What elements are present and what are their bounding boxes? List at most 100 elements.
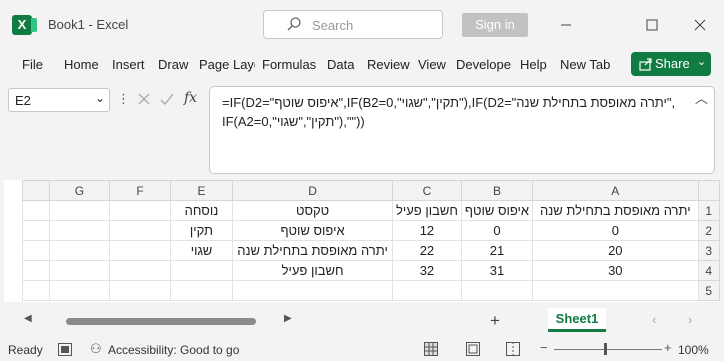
cell-g5[interactable] xyxy=(48,280,111,301)
cell-b5[interactable] xyxy=(460,280,534,301)
tab-file[interactable]: File xyxy=(22,57,43,72)
cell-g3[interactable] xyxy=(48,240,111,261)
share-button[interactable]: Share ⌄ xyxy=(631,52,711,76)
cell-f1[interactable] xyxy=(109,200,171,221)
cell[interactable] xyxy=(22,280,50,301)
cell-a1[interactable]: יתרה מאופסת בתחילת שנה xyxy=(532,200,699,221)
zoom-in-icon[interactable]: + xyxy=(664,340,672,355)
row-header-3[interactable]: 3 xyxy=(697,240,721,261)
cell[interactable] xyxy=(22,260,50,281)
cell-d1[interactable]: טקסט xyxy=(232,200,393,221)
column-header-g[interactable]: G xyxy=(48,180,111,201)
row-header-2[interactable]: 2 xyxy=(697,220,721,241)
tab-page-layout[interactable]: Page Layo xyxy=(199,57,255,72)
status-accessibility[interactable]: Accessibility: Good to go xyxy=(108,343,239,357)
add-sheet-button[interactable]: + xyxy=(490,311,500,331)
tab-developer[interactable]: Develope xyxy=(456,57,514,72)
cell-table[interactable]: G F E D C B A נוסחה טקסט חשבון פעיל איפו… xyxy=(22,180,721,301)
search-input[interactable]: Search xyxy=(263,10,443,39)
tab-formulas[interactable]: Formulas xyxy=(262,57,316,72)
chevron-down-icon[interactable]: ⌄ xyxy=(95,91,105,105)
cancel-icon[interactable] xyxy=(136,91,152,107)
row-header-1[interactable]: 1 xyxy=(697,200,721,221)
cell-d4[interactable]: חשבון פעיל xyxy=(232,260,393,281)
cell-d3[interactable]: יתרה מאופסת בתחילת שנה xyxy=(232,240,393,261)
column-header-b[interactable]: B xyxy=(460,180,534,201)
cell-c4[interactable]: 32 xyxy=(391,260,462,281)
zoom-slider-thumb[interactable] xyxy=(604,343,607,355)
minimize-icon[interactable] xyxy=(556,15,576,35)
prev-sheet-icon[interactable]: ‹ xyxy=(652,312,656,327)
cell-f5[interactable] xyxy=(109,280,171,301)
maximize-icon[interactable] xyxy=(642,15,662,35)
cell-b2[interactable]: 0 xyxy=(460,220,534,241)
tab-new-tab[interactable]: New Tab xyxy=(560,57,610,72)
cell-a2[interactable]: 0 xyxy=(532,220,699,241)
enter-check-icon[interactable] xyxy=(159,91,175,107)
cell-g1[interactable] xyxy=(48,200,111,221)
column-header-a[interactable]: A xyxy=(532,180,699,201)
normal-view-icon[interactable] xyxy=(424,342,438,356)
cell-e1[interactable]: נוסחה xyxy=(169,200,234,221)
insert-function-icon[interactable]: fx xyxy=(184,90,197,106)
column-header-c[interactable]: C xyxy=(391,180,462,201)
scroll-right-icon[interactable]: ▶ xyxy=(284,313,292,324)
select-all-corner[interactable] xyxy=(697,180,721,201)
collapse-formula-bar-icon[interactable]: ︿ xyxy=(695,89,708,108)
cell-b1[interactable]: איפוס שוטף xyxy=(460,200,534,221)
tab-insert[interactable]: Insert xyxy=(112,57,145,72)
cell-a4[interactable]: 30 xyxy=(532,260,699,281)
scroll-left-icon[interactable]: ◀ xyxy=(24,313,32,324)
cell-e5[interactable] xyxy=(169,280,234,301)
cell[interactable] xyxy=(22,200,50,221)
close-icon[interactable] xyxy=(690,15,710,35)
tab-draw[interactable]: Draw xyxy=(158,57,188,72)
tab-data[interactable]: Data xyxy=(327,57,354,72)
tab-help[interactable]: Help xyxy=(520,57,547,72)
cell-b3[interactable]: 21 xyxy=(460,240,534,261)
zoom-out-icon[interactable]: − xyxy=(540,340,548,355)
cell-d2[interactable]: איפוס שוטף xyxy=(232,220,393,241)
column-header-e[interactable]: E xyxy=(169,180,234,201)
row-header-4[interactable]: 4 xyxy=(697,260,721,281)
name-box[interactable]: E2 ⌄ xyxy=(8,88,110,112)
worksheet-grid[interactable]: G F E D C B A נוסחה טקסט חשבון פעיל איפו… xyxy=(4,180,721,302)
cell-e3[interactable]: שגוי xyxy=(169,240,234,261)
cell[interactable] xyxy=(22,220,50,241)
cell-f2[interactable] xyxy=(109,220,171,241)
tab-view[interactable]: View xyxy=(418,57,446,72)
next-sheet-icon[interactable]: › xyxy=(688,312,692,327)
cell-e2[interactable]: תקין xyxy=(169,220,234,241)
zoom-level[interactable]: 100% xyxy=(678,343,709,357)
macro-record-icon[interactable] xyxy=(58,343,72,356)
more-options-icon[interactable]: ⋮ xyxy=(117,91,130,107)
cell-g2[interactable] xyxy=(48,220,111,241)
cell-d5[interactable] xyxy=(232,280,393,301)
cell-b4[interactable]: 31 xyxy=(460,260,534,281)
horizontal-scroll-thumb[interactable] xyxy=(66,318,256,325)
accessibility-icon[interactable]: ⚇ xyxy=(90,341,102,357)
tab-home[interactable]: Home xyxy=(64,57,99,72)
column-header-d[interactable]: D xyxy=(232,180,393,201)
cell-c5[interactable] xyxy=(391,280,462,301)
cell-c3[interactable]: 22 xyxy=(391,240,462,261)
cell-f4[interactable] xyxy=(109,260,171,281)
column-header-f[interactable]: F xyxy=(109,180,171,201)
cell-f3[interactable] xyxy=(109,240,171,261)
cell-e4[interactable] xyxy=(169,260,234,281)
row-header-5[interactable]: 5 xyxy=(697,280,721,301)
cell-c2[interactable]: 12 xyxy=(391,220,462,241)
page-break-view-icon[interactable] xyxy=(506,342,520,356)
cell-g4[interactable] xyxy=(48,260,111,281)
cell[interactable] xyxy=(22,240,50,261)
tab-review[interactable]: Review xyxy=(367,57,410,72)
sign-in-button[interactable]: Sign in xyxy=(462,13,528,37)
cell-c1[interactable]: חשבון פעיל xyxy=(391,200,462,221)
share-dropdown-icon[interactable]: ⌄ xyxy=(697,55,706,68)
zoom-slider[interactable] xyxy=(554,349,662,350)
formula-input[interactable]: =IF(D2="איפוס שוטף",IF(B2=0,"תקין","שגוי… xyxy=(209,86,715,174)
cell-a3[interactable]: 20 xyxy=(532,240,699,261)
sheet-tab-sheet1[interactable]: Sheet1 xyxy=(548,308,606,332)
cell-a5[interactable] xyxy=(532,280,699,301)
page-layout-view-icon[interactable] xyxy=(466,342,480,356)
